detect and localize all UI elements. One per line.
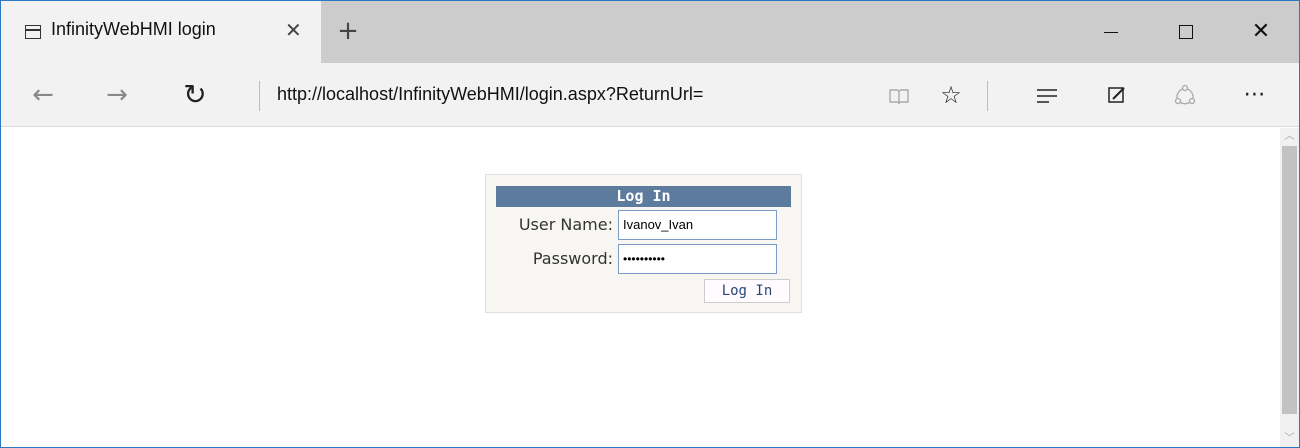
toolbar-divider xyxy=(987,81,988,111)
tab-bar: InfinityWebHMI login ✕ + ✕ xyxy=(1,1,1299,63)
share-nodes-icon xyxy=(1174,84,1196,105)
new-tab-button[interactable]: + xyxy=(333,16,363,46)
web-note-icon[interactable] xyxy=(1099,77,1135,113)
back-button[interactable]: ← xyxy=(25,77,61,113)
browser-window: InfinityWebHMI login ✕ + ✕ ← → ↻ http://… xyxy=(0,0,1300,448)
username-label: User Name: xyxy=(518,215,613,234)
scroll-down-icon[interactable]: ﹀ xyxy=(1280,430,1299,447)
minimize-icon xyxy=(1104,31,1118,33)
share-icon[interactable] xyxy=(1167,77,1203,113)
login-panel: Log In User Name: Ivanov_Ivan Password: … xyxy=(485,174,802,313)
page-icon xyxy=(25,25,41,39)
hub-lines-icon xyxy=(1037,88,1057,103)
password-input[interactable]: •••••••••• xyxy=(618,244,777,274)
active-tab[interactable]: InfinityWebHMI login ✕ xyxy=(1,1,321,63)
pen-square-icon xyxy=(1108,87,1125,103)
reading-view-icon[interactable] xyxy=(881,77,917,113)
tab-close-icon[interactable]: ✕ xyxy=(285,19,302,41)
minimize-button[interactable] xyxy=(1091,19,1131,45)
maximize-button[interactable] xyxy=(1166,19,1206,45)
username-input[interactable]: Ivanov_Ivan xyxy=(618,210,777,240)
address-bar[interactable]: http://localhost/InfinityWebHMI/login.as… xyxy=(277,84,703,105)
login-button[interactable]: Log In xyxy=(704,279,790,303)
tab-title: InfinityWebHMI login xyxy=(51,19,216,39)
toolbar-divider xyxy=(259,81,260,111)
more-icon[interactable]: ⋯ xyxy=(1237,77,1273,113)
address-toolbar: ← → ↻ http://localhost/InfinityWebHMI/lo… xyxy=(1,63,1299,127)
scroll-up-icon[interactable]: ︿ xyxy=(1280,128,1299,146)
favorite-star-icon[interactable]: ☆ xyxy=(933,77,969,113)
forward-button[interactable]: → xyxy=(99,77,135,113)
scroll-thumb[interactable] xyxy=(1282,146,1297,414)
hub-icon[interactable] xyxy=(1029,77,1065,113)
maximize-icon xyxy=(1179,25,1193,39)
vertical-scrollbar[interactable]: ︿ ﹀ xyxy=(1280,128,1299,447)
close-window-button[interactable]: ✕ xyxy=(1241,19,1281,45)
login-header: Log In xyxy=(496,186,791,207)
password-label: Password: xyxy=(532,249,613,268)
book-icon xyxy=(889,88,909,104)
page-content: Log In User Name: Ivanov_Ivan Password: … xyxy=(1,128,1280,447)
refresh-button[interactable]: ↻ xyxy=(177,77,213,113)
